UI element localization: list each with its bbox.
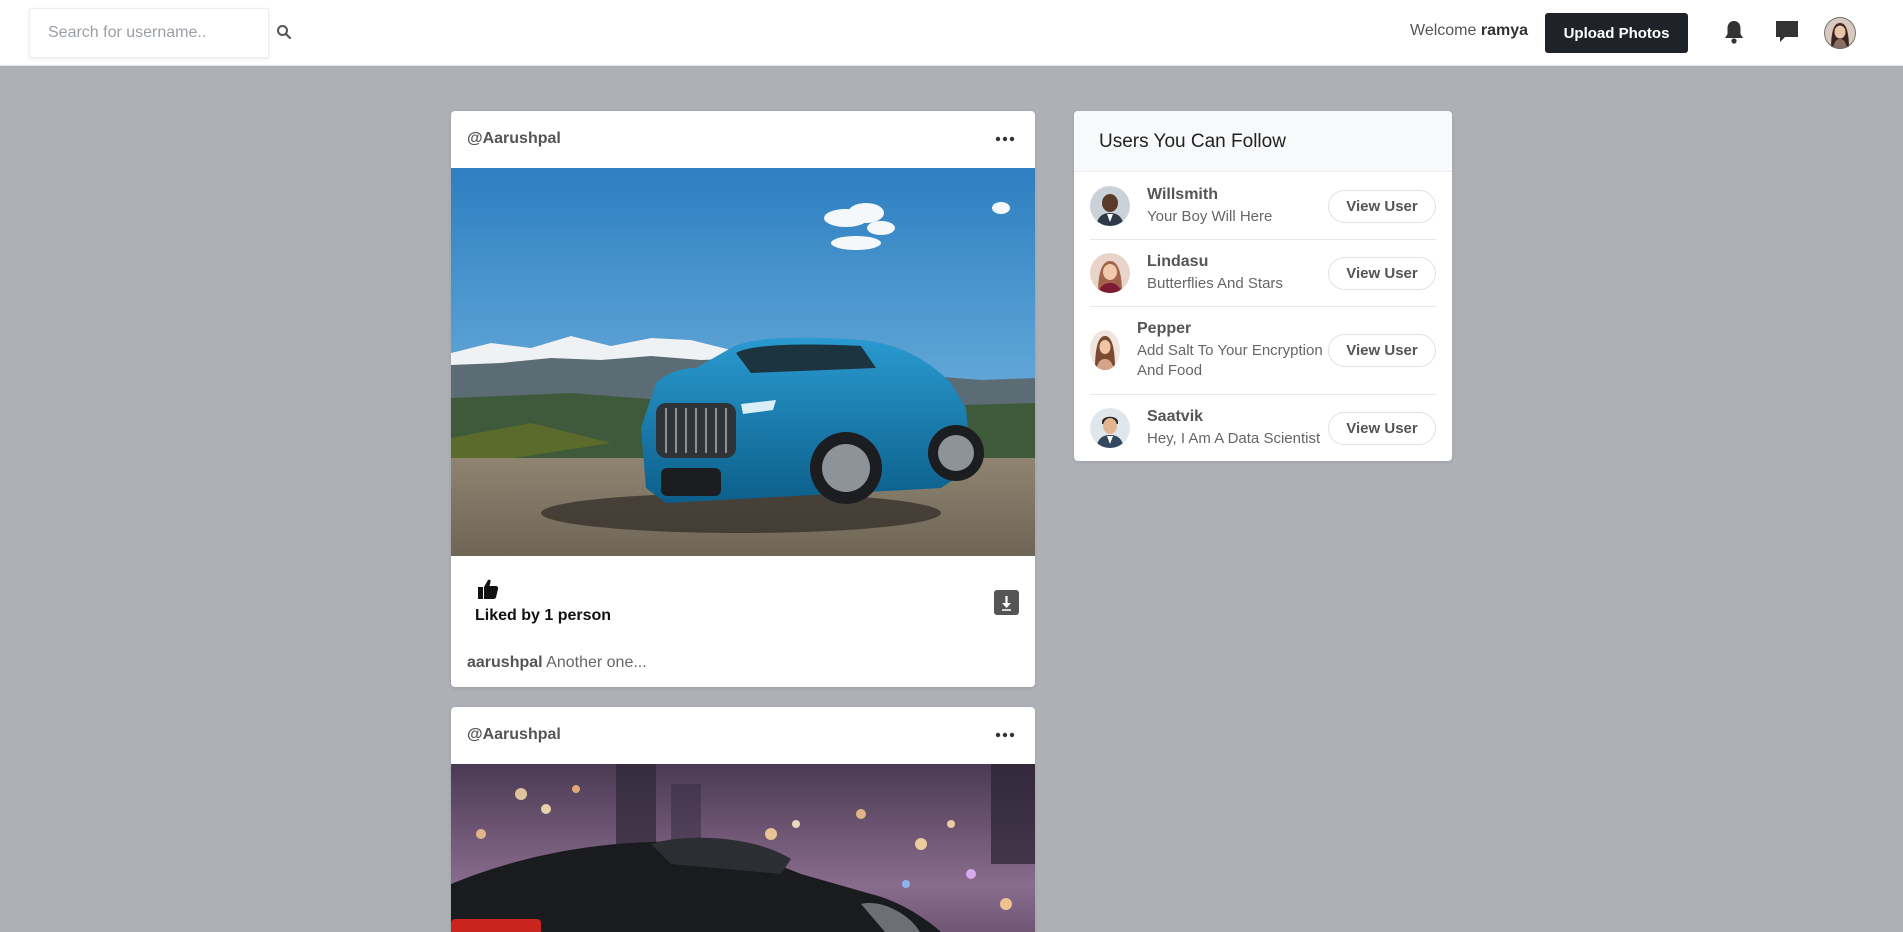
user-avatar: [1090, 408, 1130, 448]
follow-user-name: Saatvik: [1147, 408, 1204, 425]
top-navbar: Welcome ramya Upload Photos: [0, 0, 1903, 66]
caption-text: Another one...: [546, 654, 647, 671]
follow-user-bio: Your Boy Will Here: [1147, 208, 1273, 225]
follow-user-bio: Butterflies And Stars: [1147, 275, 1283, 292]
follow-user-name: Lindasu: [1147, 253, 1209, 270]
post-image[interactable]: [451, 764, 1035, 932]
caption-username[interactable]: aarushpal: [467, 654, 543, 671]
post-card: @Aarushpal: [451, 111, 1035, 687]
search-icon[interactable]: [276, 24, 292, 40]
welcome-text: Welcome ramya: [1410, 22, 1528, 40]
follow-user-row: Saatvik Hey, I Am A Data Scientist View …: [1090, 395, 1436, 461]
user-avatar: [1090, 253, 1130, 293]
post-header: @Aarushpal: [451, 707, 1035, 764]
follow-user-name: Willsmith: [1147, 186, 1218, 203]
search-box: [29, 8, 269, 58]
follow-user-row: Willsmith Your Boy Will Here View User: [1090, 172, 1436, 240]
post-header: @Aarushpal: [451, 111, 1035, 168]
view-user-button[interactable]: View User: [1328, 257, 1436, 290]
follow-user-bio: Hey, I Am A Data Scientist: [1147, 430, 1321, 447]
welcome-prefix: Welcome: [1410, 22, 1477, 39]
view-user-button[interactable]: View User: [1328, 190, 1436, 223]
chat-icon[interactable]: [1774, 19, 1800, 45]
follow-user-row: Lindasu Butterflies And Stars View User: [1090, 240, 1436, 307]
post-caption: aarushpal Another one...: [467, 654, 647, 672]
upload-photos-button[interactable]: Upload Photos: [1545, 13, 1688, 53]
likes-count: Liked by 1 person: [475, 607, 612, 624]
user-avatar: [1090, 330, 1120, 370]
follow-user-bio: Add Salt To Your Encryption And Food: [1137, 342, 1323, 379]
post-card: @Aarushpal: [451, 707, 1035, 932]
more-options-icon[interactable]: [995, 732, 1015, 738]
search-input[interactable]: [30, 9, 268, 57]
view-user-button[interactable]: View User: [1328, 412, 1436, 445]
post-image[interactable]: [451, 168, 1035, 556]
download-icon[interactable]: [994, 590, 1019, 615]
thumbs-up-icon[interactable]: [477, 578, 499, 600]
welcome-username: ramya: [1480, 22, 1528, 39]
follow-user-name: Pepper: [1137, 320, 1192, 337]
view-user-button[interactable]: View User: [1328, 334, 1436, 367]
more-options-icon[interactable]: [995, 136, 1015, 142]
user-avatar: [1090, 186, 1130, 226]
user-avatar[interactable]: [1824, 17, 1856, 49]
post-actions: Liked by 1 person aarushpal Another one.…: [451, 556, 1035, 687]
bell-icon[interactable]: [1723, 19, 1745, 45]
follow-panel-title: Users You Can Follow: [1074, 111, 1452, 172]
follow-suggestions-panel: Users You Can Follow Willsmith Your Boy …: [1074, 111, 1452, 461]
post-username[interactable]: @Aarushpal: [467, 130, 561, 148]
follow-user-row: Pepper Add Salt To Your Encryption And F…: [1090, 307, 1436, 395]
post-username[interactable]: @Aarushpal: [467, 726, 561, 744]
